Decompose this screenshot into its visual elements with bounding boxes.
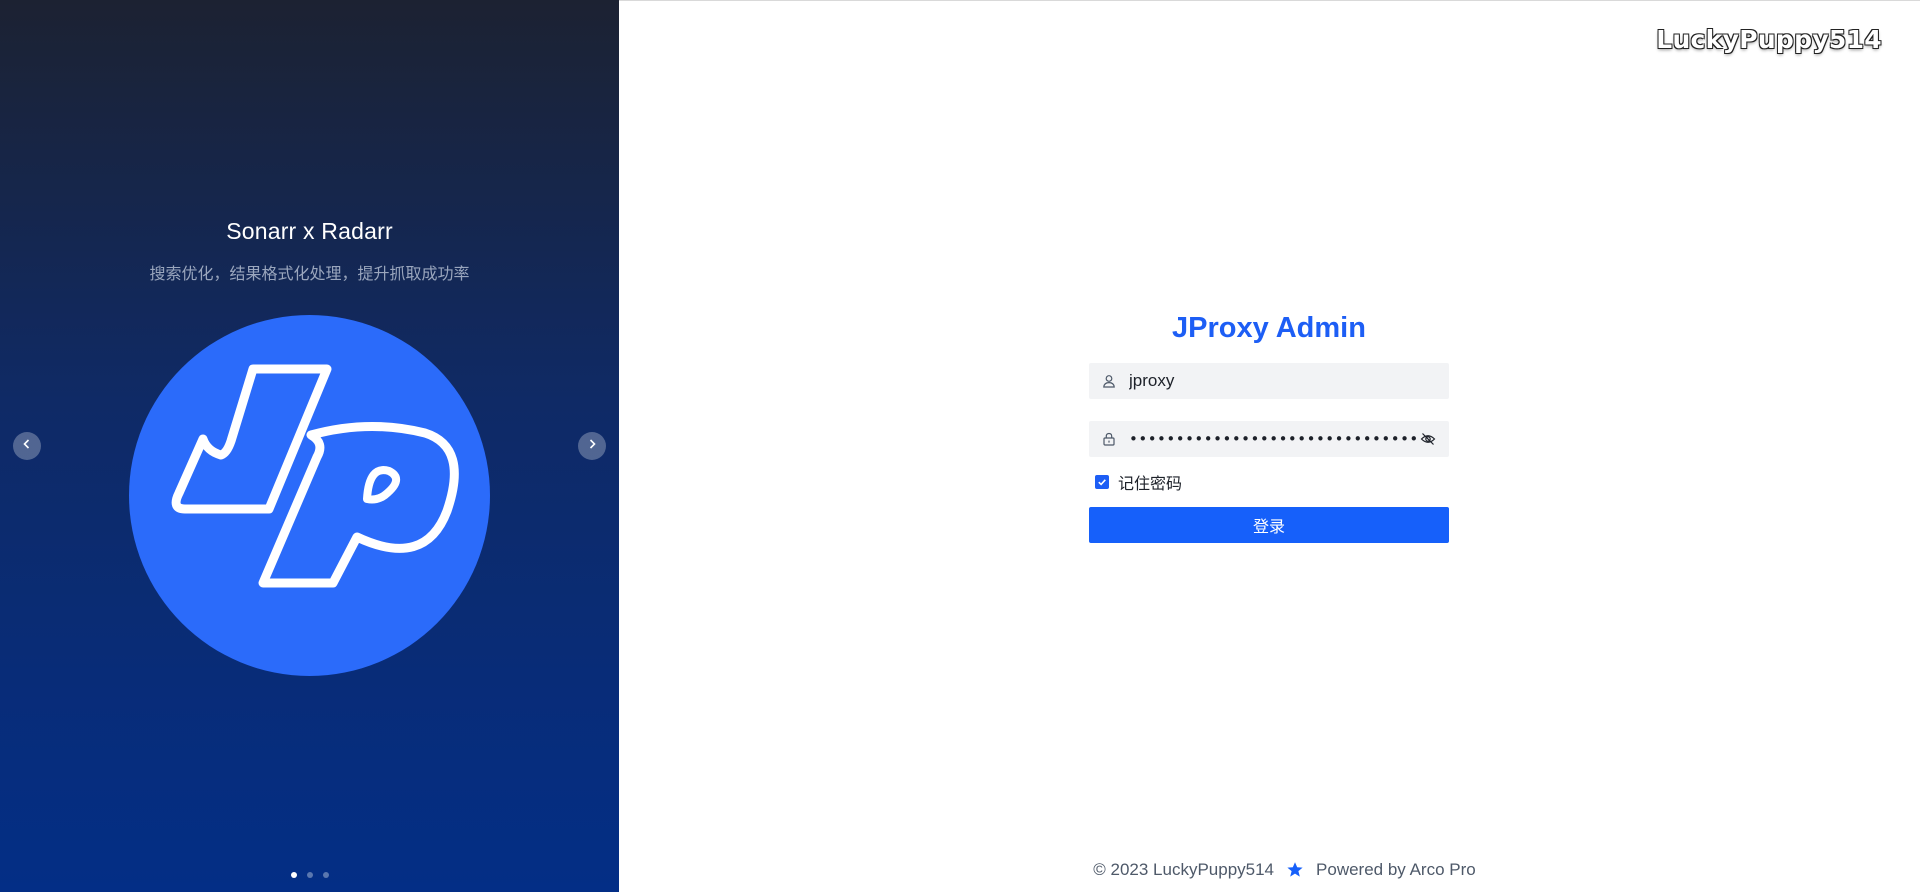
remember-password-label: 记住密码 — [1118, 474, 1183, 493]
password-field[interactable]: •••••••••••••••••••••••••••••••• — [1089, 421, 1449, 457]
watermark-text: LuckyPuppy514 — [1656, 25, 1882, 54]
chevron-right-icon — [586, 437, 598, 455]
lock-icon — [1101, 431, 1117, 447]
user-icon — [1101, 373, 1117, 389]
footer: © 2023 LuckyPuppy514 Powered by Arco Pro — [619, 860, 1920, 880]
username-input[interactable] — [1129, 364, 1437, 398]
star-icon — [1286, 861, 1304, 879]
carousel-prev-button[interactable] — [13, 432, 41, 460]
form-title: JProxy Admin — [1172, 312, 1366, 344]
jp-logo-icon — [129, 315, 490, 676]
carousel-indicators — [0, 872, 619, 878]
carousel-dot-2[interactable] — [306, 872, 313, 878]
password-input[interactable]: •••••••••••••••••••••••••••••••• — [1129, 430, 1419, 448]
login-panel: LuckyPuppy514 JProxy Admin jproxy ••••••… — [619, 0, 1920, 892]
carousel-next-button[interactable] — [578, 432, 606, 460]
banner-carousel: Sonarr x Radarr 搜索优化，结果格式化处理，提升抓取成功率 — [0, 0, 619, 892]
checkbox-checked-icon[interactable] — [1095, 475, 1109, 489]
remember-password-checkbox[interactable]: 记住密码 — [1089, 471, 1449, 493]
eye-off-icon[interactable] — [1419, 430, 1437, 448]
login-page: Sonarr x Radarr 搜索优化，结果格式化处理，提升抓取成功率 Luc… — [0, 0, 1920, 892]
powered-by-text: Powered by Arco Pro — [1316, 860, 1476, 879]
chevron-left-icon — [21, 437, 33, 455]
carousel-dot-3[interactable] — [322, 872, 329, 878]
carousel-dot-1[interactable] — [290, 872, 297, 878]
banner-title: Sonarr x Radarr — [226, 218, 393, 244]
login-button[interactable]: 登录 — [1089, 507, 1449, 543]
username-field[interactable] — [1089, 363, 1449, 399]
copyright-text: © 2023 LuckyPuppy514 — [1093, 860, 1275, 879]
banner-subtitle: 搜索优化，结果格式化处理，提升抓取成功率 — [149, 266, 470, 283]
login-form: JProxy Admin •• — [1089, 311, 1449, 543]
